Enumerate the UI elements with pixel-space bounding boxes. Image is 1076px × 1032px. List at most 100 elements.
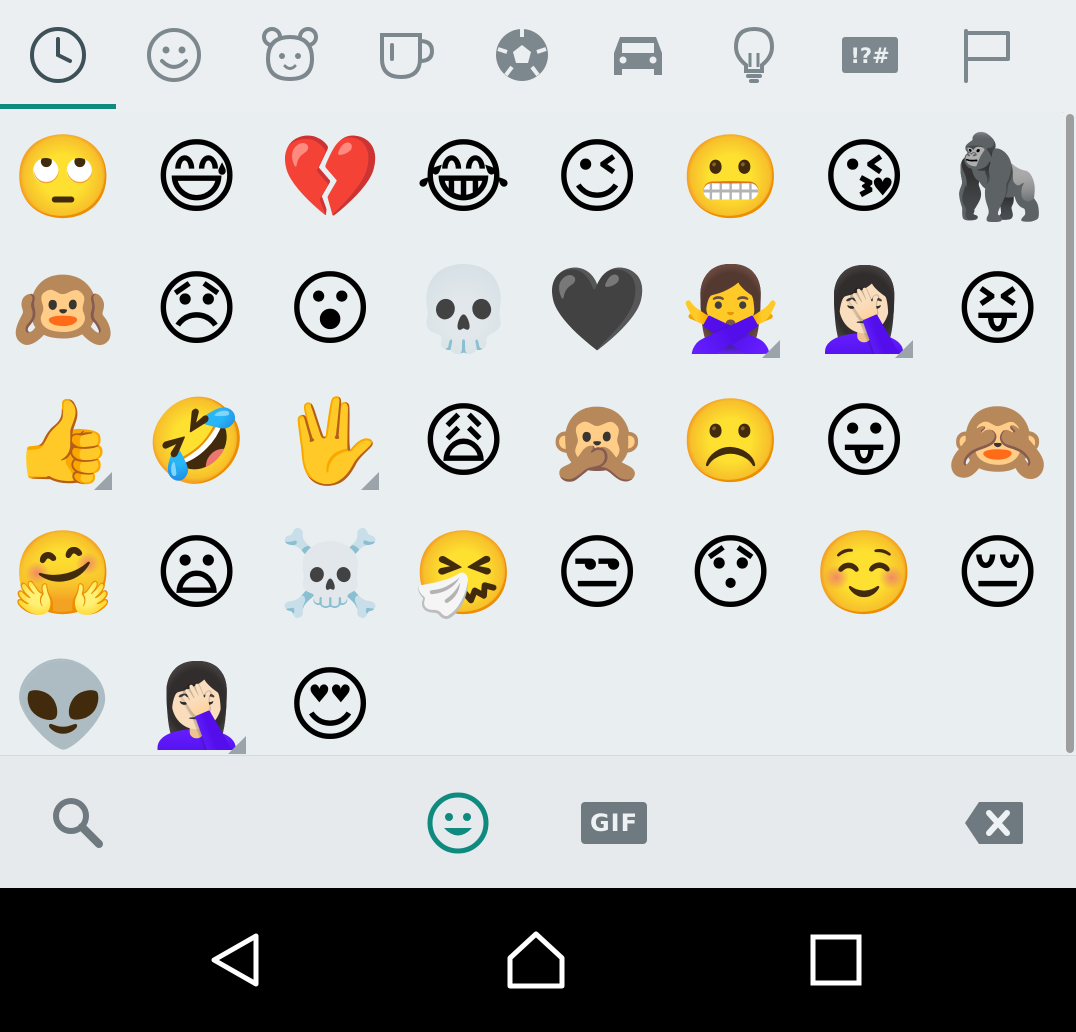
emoji-glyph: 🤧 — [412, 526, 515, 621]
emoji-cell[interactable]: 🤦🏻‍♀️ — [797, 244, 931, 376]
emoji-cell[interactable]: 🙊 — [530, 376, 664, 508]
tab-smileys[interactable] — [116, 0, 232, 110]
emoji-cell[interactable]: 😍 — [263, 640, 397, 755]
emoji-glyph: 🙄 — [11, 130, 115, 225]
emoji-cell[interactable]: 😝 — [931, 244, 1063, 376]
emoji-cell[interactable]: 👍 — [0, 376, 130, 508]
emoji-cell[interactable]: 😦 — [130, 508, 264, 640]
emoji-cell[interactable]: 💀 — [397, 244, 531, 376]
emoji-cell[interactable]: 🖤 — [530, 244, 664, 376]
gif-label: GIF — [581, 801, 647, 844]
emoji-keyboard-bottom-bar: GIF — [0, 755, 1076, 889]
recents-square-icon — [810, 934, 862, 986]
recents-button[interactable] — [766, 888, 906, 1032]
smiley-icon — [427, 792, 489, 853]
emoji-cell[interactable]: 😂 — [397, 112, 531, 244]
emoji-glyph: 😘 — [821, 130, 907, 225]
emoji-glyph: 😝 — [954, 262, 1041, 357]
backspace-button[interactable] — [946, 756, 1042, 889]
emoji-glyph: 🤗 — [11, 526, 115, 621]
skin-tone-variant-indicator — [227, 736, 246, 754]
emoji-glyph: 😞 — [153, 262, 240, 357]
emoji-cell[interactable]: ☹️ — [664, 376, 798, 508]
emoji-glyph: 😮 — [287, 262, 373, 357]
emoji-cell[interactable]: 😔 — [931, 508, 1063, 640]
emoji-cell[interactable]: 😮 — [263, 244, 397, 376]
emoji-glyph: 😉 — [554, 130, 640, 225]
car-icon — [614, 37, 662, 75]
emoji-cell[interactable]: 😘 — [797, 112, 931, 244]
emoji-cell[interactable]: ☺️ — [797, 508, 931, 640]
emoji-cell[interactable]: 🙈 — [931, 376, 1063, 508]
emoji-cell[interactable]: 🤣 — [130, 376, 264, 508]
emoji-cell[interactable]: 🙄 — [0, 112, 130, 244]
emoji-cell[interactable]: 🙉 — [0, 244, 130, 376]
emoji-grid-scrollbar[interactable] — [1064, 112, 1076, 755]
emoji-glyph: 🦍 — [946, 130, 1049, 225]
emoji-glyph: 🖖 — [278, 394, 382, 489]
emoji-glyph: 😛 — [821, 394, 907, 489]
emoji-glyph: 😩 — [420, 394, 507, 489]
emoji-category-bar: !?# — [0, 0, 1076, 113]
emoji-glyph: 😯 — [687, 526, 774, 621]
emoji-cell[interactable]: 🙅‍♀️ — [664, 244, 798, 376]
flag-icon — [964, 29, 1010, 83]
emoji-cell[interactable]: 😞 — [130, 244, 264, 376]
emoji-glyph: 🤣 — [145, 394, 248, 489]
tab-animals[interactable] — [232, 0, 348, 110]
emoji-mode-button[interactable] — [410, 756, 506, 889]
emoji-cell[interactable]: 🤗 — [0, 508, 130, 640]
emoji-cell[interactable]: 😉 — [530, 112, 664, 244]
emoji-cell[interactable]: 😬 — [664, 112, 798, 244]
tab-travel[interactable] — [580, 0, 696, 110]
emoji-glyph: 🖤 — [545, 262, 649, 357]
emoji-cell[interactable]: 😩 — [397, 376, 531, 508]
emoji-grid: 🙄 😅 💔 😂 😉 😬 😘 🦍 🙉 😞 😮 💀 🖤 🙅‍♀️ 🤦🏻‍♀️ 😝 👍 🤣 🖖 😩 🙊 ☹️ 😛 🙈 🤗 😦 ☠️ 🤧 😒 😯 ☺… — [0, 112, 1062, 755]
home-button[interactable] — [466, 888, 606, 1032]
soccer-ball-icon — [496, 29, 548, 81]
backspace-icon — [965, 801, 1023, 844]
emoji-cell[interactable]: 👽 — [0, 640, 130, 755]
emoji-glyph: ☠️ — [278, 526, 382, 621]
emoji-glyph: 👽 — [11, 658, 115, 753]
gif-button[interactable]: GIF — [566, 756, 662, 889]
search-button[interactable] — [30, 756, 126, 889]
emoji-glyph: 🤦🏻‍♀️ — [145, 658, 248, 753]
lightbulb-icon — [733, 26, 775, 83]
symbols-icon: !?# — [842, 37, 898, 73]
skin-tone-variant-indicator — [895, 340, 913, 358]
emoji-cell[interactable]: 😅 — [130, 112, 264, 244]
emoji-cell[interactable]: 😛 — [797, 376, 931, 508]
search-icon — [53, 797, 103, 848]
tab-objects[interactable] — [696, 0, 812, 110]
emoji-cell[interactable]: 🖖 — [263, 376, 397, 508]
emoji-glyph: 😅 — [153, 130, 240, 225]
clock-icon — [30, 27, 86, 83]
tab-flags[interactable] — [928, 0, 1044, 110]
tab-activity[interactable] — [464, 0, 580, 110]
emoji-glyph: 😬 — [679, 130, 782, 225]
tab-food[interactable] — [348, 0, 464, 110]
emoji-cell[interactable]: 💔 — [263, 112, 397, 244]
scrollbar-thumb[interactable] — [1066, 114, 1074, 753]
emoji-cell[interactable]: ☠️ — [263, 508, 397, 640]
bear-icon — [262, 27, 318, 82]
tab-recent[interactable] — [0, 0, 116, 110]
cup-icon — [380, 33, 435, 80]
emoji-glyph: 💀 — [412, 262, 515, 357]
symbols-tab-label: !?# — [850, 44, 889, 68]
emoji-cell[interactable]: 🤧 — [397, 508, 531, 640]
emoji-cell[interactable]: 😒 — [530, 508, 664, 640]
emoji-glyph: 🤦🏻‍♀️ — [812, 262, 916, 357]
emoji-glyph: 👍 — [11, 394, 115, 489]
emoji-cell[interactable]: 🦍 — [931, 112, 1063, 244]
back-button[interactable] — [166, 888, 306, 1032]
emoji-glyph: 💔 — [278, 130, 382, 225]
emoji-cell[interactable]: 🤦🏻‍♀️ — [130, 640, 264, 755]
emoji-glyph: 😔 — [954, 526, 1041, 621]
emoji-glyph: 😦 — [153, 526, 240, 621]
emoji-cell[interactable]: 😯 — [664, 508, 798, 640]
tab-symbols[interactable]: !?# — [812, 0, 928, 110]
emoji-glyph: 🙅‍♀️ — [679, 262, 782, 357]
emoji-glyph: ☺️ — [812, 526, 916, 621]
